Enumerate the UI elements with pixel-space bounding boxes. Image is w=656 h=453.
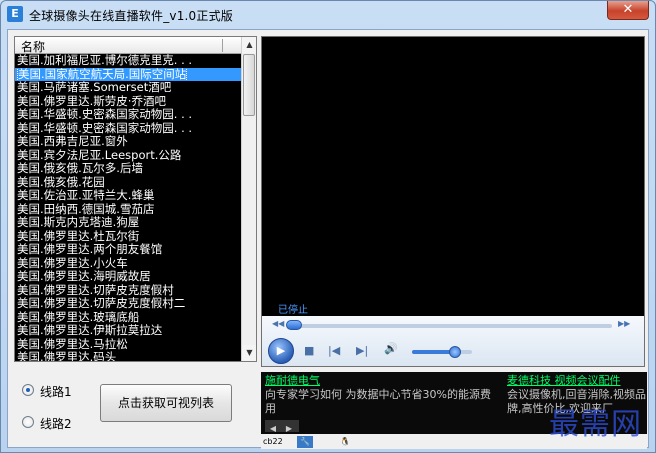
channel-list-item[interactable]: 美国.俄亥俄.花园 [15, 176, 242, 190]
volume-icon[interactable]: 🔊 [384, 342, 398, 355]
route-2-label: 线路2 [40, 417, 72, 431]
channel-item-label: 美国.华盛顿.史密森国家动物园. . . [17, 108, 193, 121]
channel-list-item[interactable]: 美国.华盛顿.史密森国家动物园. . . [15, 108, 242, 122]
player-controls: ◀◀ ▶▶ ▶ ■ |◀ ▶| 🔊 [262, 316, 644, 366]
channel-item-label: 美国.佛罗里达.玻璃底船 [17, 310, 140, 324]
channel-item-label: 美国.佛罗里达.码头 [17, 351, 117, 362]
channel-list-item[interactable]: 美国.华盛顿.史密森国家动物园. . . [15, 122, 242, 136]
next-button[interactable]: ▶| [356, 344, 368, 357]
previous-button[interactable]: |◀ [328, 344, 340, 357]
channel-list-item[interactable]: 美国.佛罗里达.切萨皮克度假村 [15, 284, 242, 298]
channel-list-item[interactable]: 美国.西弗吉尼亚.窗外 [15, 135, 242, 149]
channel-item-label: 美国.佛罗里达.小火车 [17, 256, 128, 270]
scroll-thumb[interactable] [243, 54, 255, 116]
scroll-up-icon[interactable]: ▲ [242, 37, 256, 53]
radio-dot-icon [22, 416, 34, 428]
channel-item-label: 美国.华盛顿.史密森国家动物园. . . [17, 121, 193, 135]
fetch-list-button[interactable]: 点击获取可视列表 [100, 384, 232, 422]
channel-list-item[interactable]: 美国.佐治亚.亚特兰大.蜂巢 [15, 189, 242, 203]
app-window: E 全球摄像头在线直播软件_v1.0正式版 ✕ 名称 美国.加利福尼亚.博尔德克… [0, 0, 656, 453]
watermark: 最需网 [549, 407, 642, 442]
channel-item-label: 美国.佛罗里达.两个朋友餐馆 [17, 243, 163, 256]
channel-item-label: 美国.佛罗里达.杜瓦尔街 [17, 229, 140, 243]
route-2-radio[interactable]: 线路2 [22, 414, 102, 431]
video-player[interactable]: 已停止 ◀◀ ▶▶ ▶ ■ |◀ ▶| 🔊 [261, 36, 645, 367]
penguin-icon[interactable]: 🐧 [337, 436, 353, 448]
stop-button[interactable]: ■ [304, 344, 314, 357]
channel-list-item[interactable]: 美国.斯克内克塔迪.狗屋 [15, 216, 242, 230]
seek-bar[interactable] [286, 320, 612, 330]
channel-list-item[interactable]: 美国.佛罗里达.杜瓦尔街 [15, 230, 242, 244]
channel-list-item[interactable]: 美国.佛罗里达.斯劳皮·乔酒吧 [15, 95, 242, 109]
channel-item-label: 美国.佛罗里达.切萨皮克度假村二 [17, 297, 186, 310]
ad-next-icon[interactable]: ▶ [281, 423, 297, 434]
channel-list-item[interactable]: 美国.佛罗里达.海明威故居 [15, 270, 242, 284]
ad-nav: ◀ ▶ [265, 420, 299, 434]
channel-list-item[interactable]: 美国.俄亥俄.瓦尔多.后墙 [15, 162, 242, 176]
channel-list-item[interactable]: 美国.田纳西.德国城.雪茄店 [15, 203, 242, 217]
wrench-icon[interactable]: 🔧 [297, 436, 313, 448]
channel-item-label: 美国.佛罗里达.海明威故居 [17, 270, 151, 283]
seek-back-icon[interactable]: ◀◀ [272, 319, 284, 328]
channel-item-label: 美国.国家航空航天局.国际空间站 [17, 67, 188, 81]
channel-item-label: 美国.佐治亚.亚特兰大.蜂巢 [17, 189, 155, 202]
channel-list-item[interactable]: 美国.马萨诸塞.Somerset酒吧 [15, 81, 242, 95]
channel-list-item[interactable]: 美国.加利福尼亚.博尔德克里克. . . [15, 54, 242, 68]
player-status: 已停止 [278, 305, 308, 316]
channel-item-label: 美国.斯克内克塔迪.狗屋 [17, 216, 140, 229]
radio-dot-icon [22, 384, 34, 396]
ad-item-1[interactable]: 施耐德电气 向专家学习如何 为数据中心节省30%的能源费用 [265, 374, 501, 416]
channel-item-label: 美国.佛罗里达.切萨皮克度假村 [17, 283, 174, 297]
ad-title[interactable]: 麦德科技 视频会议配件 [507, 374, 647, 388]
route-1-label: 线路1 [40, 385, 72, 399]
channel-list-item[interactable]: 美国.国家航空航天局.国际空间站 [15, 67, 242, 81]
ad-prev-icon[interactable]: ◀ [265, 423, 281, 434]
scroll-down-icon[interactable]: ▼ [242, 345, 256, 361]
channel-list-item[interactable]: 美国.佛罗里达.伊斯拉莫拉达 [15, 324, 242, 338]
column-header-name: 名称 [21, 40, 46, 54]
channel-list-item[interactable]: 美国.佛罗里达.马拉松 [15, 338, 242, 352]
channel-list-item[interactable]: 美国.佛罗里达.切萨皮克度假村二 [15, 297, 242, 311]
channel-item-label: 美国.俄亥俄.瓦尔多.后墙 [17, 162, 143, 175]
channel-item-label: 美国.佛罗里达.斯劳皮·乔酒吧 [17, 94, 166, 108]
seek-forward-icon[interactable]: ▶▶ [618, 319, 630, 328]
seek-thumb[interactable] [286, 320, 302, 330]
list-scrollbar[interactable]: ▲ ▼ [241, 37, 256, 361]
ad-title[interactable]: 施耐德电气 [265, 374, 501, 388]
channel-item-label: 美国.西弗吉尼亚.窗外 [17, 135, 128, 148]
channel-list-item[interactable]: 美国.宾夕法尼亚.Leesport.公路 [15, 149, 242, 163]
channel-item-label: 美国.佛罗里达.马拉松 [17, 337, 128, 351]
close-button[interactable]: ✕ [607, 1, 649, 20]
channel-list-item[interactable]: 美国.佛罗里达.小火车 [15, 257, 242, 271]
channel-list-item[interactable]: 美国.佛罗里达.两个朋友餐馆 [15, 243, 242, 257]
channel-item-label: 美国.俄亥俄.花园 [17, 175, 105, 189]
column-separator[interactable] [222, 39, 223, 52]
volume-slider[interactable] [412, 346, 472, 358]
title-bar[interactable]: E 全球摄像头在线直播软件_v1.0正式版 ✕ [1, 1, 655, 29]
channel-item-label: 美国.马萨诸塞.Somerset酒吧 [17, 81, 172, 94]
channel-list-item[interactable]: 美国.佛罗里达.玻璃底船 [15, 311, 242, 325]
channel-item-label: 美国.加利福尼亚.博尔德克里克. . . [17, 54, 193, 67]
volume-thumb[interactable] [449, 346, 462, 358]
app-icon: E [7, 6, 23, 22]
window-title: 全球摄像头在线直播软件_v1.0正式版 [29, 9, 233, 23]
route-1-radio[interactable]: 线路1 [22, 382, 102, 399]
list-column-header[interactable]: 名称 [15, 37, 242, 54]
channel-rows: 美国.加利福尼亚.博尔德克里克. . . 美国.国家航空航天局.国际空间站 美国.马… [15, 54, 242, 362]
channel-list-item[interactable]: 美国.佛罗里达.码头 [15, 351, 242, 362]
channel-item-label: 美国.佛罗里达.伊斯拉莫拉达 [17, 324, 163, 337]
client-area: 名称 美国.加利福尼亚.博尔德克里克. . . 美国.国家航空航天局.国际空间站美… [7, 29, 649, 449]
tray-item-icon[interactable]: cb22 [263, 436, 283, 448]
channel-item-label: 美国.田纳西.德国城.雪茄店 [17, 202, 155, 216]
play-button[interactable]: ▶ [268, 338, 294, 364]
channel-item-label: 美国.宾夕法尼亚.Leesport.公路 [17, 148, 182, 162]
channel-list[interactable]: 名称 美国.加利福尼亚.博尔德克里克. . . 美国.国家航空航天局.国际空间站美… [14, 36, 257, 362]
ad-body: 向专家学习如何 为数据中心节省30%的能源费用 [265, 388, 491, 415]
